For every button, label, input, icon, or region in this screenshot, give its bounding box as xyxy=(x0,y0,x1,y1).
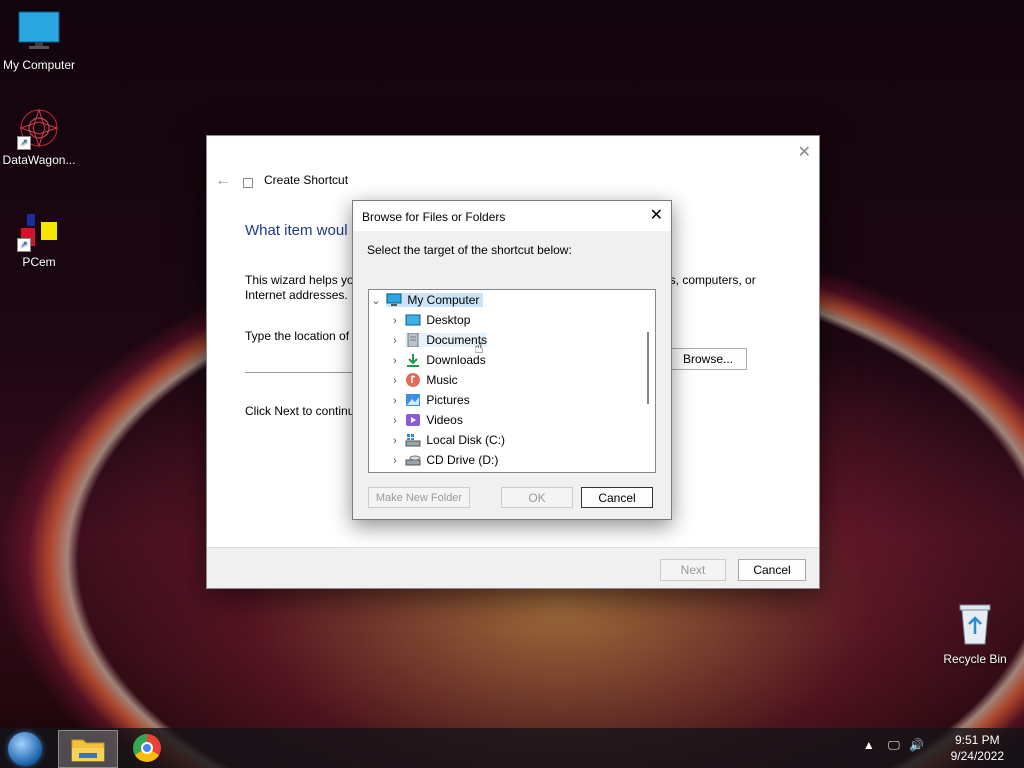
browse-dialog-title: Browse for Files or Folders xyxy=(362,210,506,224)
recycle-bin-icon xyxy=(959,604,991,645)
videos-icon xyxy=(406,413,421,426)
volume-icon[interactable]: 🔊 xyxy=(909,738,924,752)
show-hidden-icons-icon[interactable]: ▲ xyxy=(863,738,875,752)
clock[interactable]: 9:51 PM 9/24/2022 xyxy=(951,732,1004,764)
desktop-icon-label: Recycle Bin xyxy=(943,652,1007,666)
folder-icon xyxy=(71,739,105,762)
desktop-icon-my-computer[interactable]: My Computer xyxy=(0,10,81,72)
continue-text: Click Next to continu xyxy=(245,404,355,418)
browse-instruction: Select the target of the shortcut below: xyxy=(367,243,572,257)
chevron-right-icon[interactable]: › xyxy=(388,371,402,391)
tree-item-label: Videos xyxy=(426,413,463,427)
desktop-folder-icon xyxy=(405,314,421,326)
monitor-icon xyxy=(386,293,402,306)
tree-item-my-computer[interactable]: ⌄ My Computer xyxy=(369,290,484,311)
tree-item-pictures[interactable]: › Pictures xyxy=(388,390,470,410)
shortcut-arrow-icon: ↗ xyxy=(17,238,31,252)
desktop-icon-pcem[interactable]: ↗ PCem xyxy=(0,212,81,269)
tree-item-music[interactable]: › Music xyxy=(388,370,458,390)
cd-drive-icon xyxy=(405,455,421,466)
desktop-icon-label: PCem xyxy=(22,255,56,269)
tree-item-local-disk[interactable]: › Local Disk (C:) xyxy=(388,430,505,450)
tree-item-label: Desktop xyxy=(426,313,471,327)
network-icon[interactable]: 🖵 xyxy=(888,738,900,752)
taskbar-file-explorer[interactable] xyxy=(58,730,118,768)
chevron-right-icon[interactable]: › xyxy=(388,331,402,351)
system-tray: ▲ 🖵 🔊 xyxy=(863,738,924,753)
wizard-close-button[interactable]: ✕ xyxy=(798,142,811,162)
tree-item-downloads[interactable]: › Downloads xyxy=(388,350,486,370)
location-label: Type the location of t xyxy=(245,329,356,343)
chevron-right-icon[interactable]: › xyxy=(388,451,402,471)
tree-item-cd-drive[interactable]: › CD Drive (D:) xyxy=(388,450,498,470)
local-disk-icon xyxy=(405,433,421,447)
wizard-title: Create Shortcut xyxy=(264,173,349,187)
chevron-right-icon[interactable]: › xyxy=(388,351,402,371)
hand-cursor-icon: ☝ xyxy=(474,340,484,357)
tree-item-desktop[interactable]: › Desktop xyxy=(388,310,470,330)
tree-item-label: CD Drive (D:) xyxy=(426,453,499,467)
desktop-icon-label: My Computer xyxy=(2,58,76,72)
taskbar: ▲ 🖵 🔊 9:51 PM 9/24/2022 xyxy=(0,728,1024,768)
tree-item-label: Music xyxy=(426,373,458,387)
tree-item-label: My Computer xyxy=(407,293,480,307)
clock-date: 9/24/2022 xyxy=(950,749,1004,763)
chevron-right-icon[interactable]: › xyxy=(388,431,402,451)
folder-tree[interactable]: ⌄ My Computer › Desktop › Documents › Do… xyxy=(368,289,656,473)
browse-button[interactable]: Browse... xyxy=(669,348,747,370)
next-button[interactable]: Next xyxy=(660,559,726,581)
monitor-icon xyxy=(18,11,60,49)
browse-close-button[interactable]: ✕ xyxy=(650,205,663,225)
wizard-description-line-1: This wizard helps you xyxy=(245,273,361,287)
browse-dialog: Browse for Files or Folders ✕ Select the… xyxy=(352,200,672,520)
wizard-description-line-2: Internet addresses. xyxy=(245,288,348,302)
wizard-description-right: ers, computers, or xyxy=(659,273,756,287)
tree-item-selection: My Computer xyxy=(386,293,484,307)
browse-cancel-button[interactable]: Cancel xyxy=(581,487,653,508)
clock-time: 9:51 PM xyxy=(954,733,1000,747)
tree-item-label: Local Disk (C:) xyxy=(426,433,506,447)
shortcut-icon xyxy=(243,178,253,188)
music-icon xyxy=(406,372,421,387)
chevron-right-icon[interactable]: › xyxy=(388,391,402,411)
desktop-icon-label: DataWagon... xyxy=(2,153,76,167)
chevron-right-icon[interactable]: › xyxy=(388,311,402,331)
tree-scrollbar[interactable] xyxy=(647,332,649,404)
wizard-heading: What item woul xyxy=(245,222,348,239)
wizard-cancel-button[interactable]: Cancel xyxy=(738,559,806,581)
download-icon xyxy=(407,353,420,367)
desktop-icon-datawagon[interactable]: ↗ DataWagon... xyxy=(0,106,81,167)
start-button[interactable] xyxy=(8,732,42,766)
tree-item-documents[interactable]: › Documents xyxy=(388,330,488,351)
desktop-icon-recycle-bin[interactable]: Recycle Bin xyxy=(933,602,1017,666)
documents-icon xyxy=(407,332,419,347)
chevron-right-icon[interactable]: › xyxy=(388,411,402,431)
tree-item-videos[interactable]: › Videos xyxy=(388,410,463,430)
pictures-icon xyxy=(406,393,421,406)
make-new-folder-button[interactable]: Make New Folder xyxy=(368,487,470,508)
taskbar-chrome[interactable] xyxy=(133,734,161,762)
wizard-footer: Next Cancel xyxy=(207,547,819,588)
ok-button[interactable]: OK xyxy=(501,487,573,508)
tree-item-label: Pictures xyxy=(426,393,470,407)
shortcut-arrow-icon: ↗ xyxy=(17,136,31,150)
chevron-down-icon[interactable]: ⌄ xyxy=(369,291,383,311)
back-arrow-icon[interactable]: ← xyxy=(215,172,231,190)
